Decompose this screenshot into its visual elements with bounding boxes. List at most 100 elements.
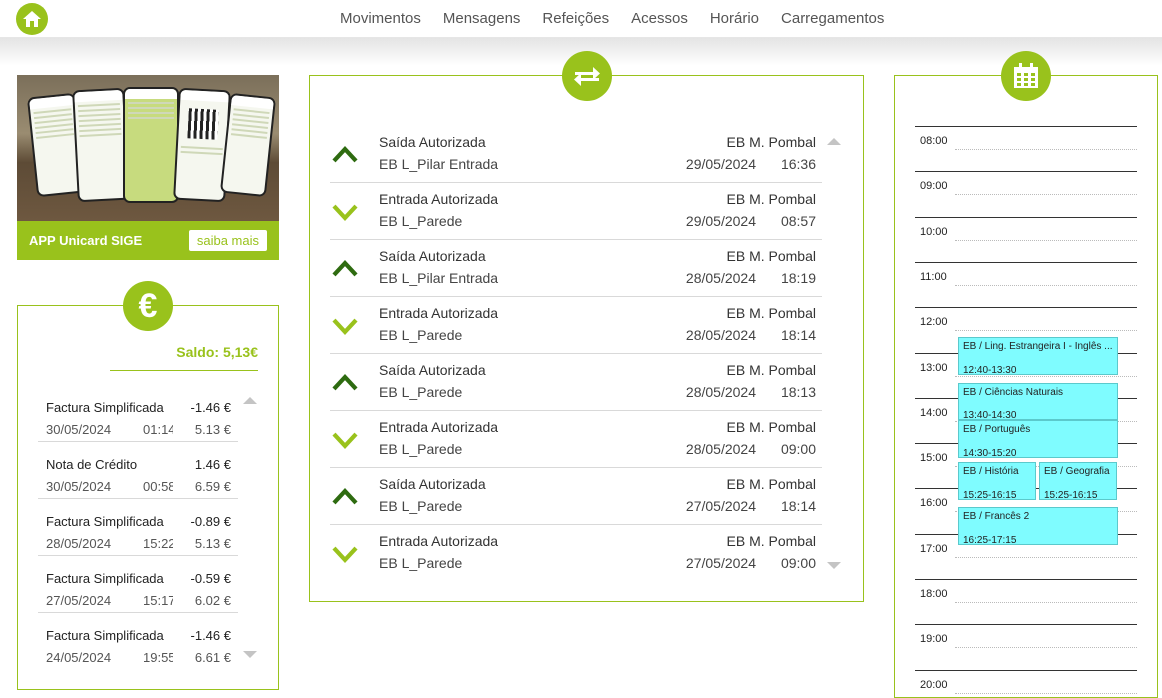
hour-label: 16:00 [920, 497, 948, 510]
scroll-down-arrow-icon[interactable] [827, 562, 841, 569]
entry-arrow-down-icon [332, 546, 358, 564]
euro-badge: € [123, 281, 173, 331]
hour-label: 12:00 [920, 316, 948, 329]
movimento-school: EB M. Pombal [726, 362, 816, 378]
home-button[interactable] [16, 3, 48, 35]
event-name: EB / História [963, 465, 1019, 477]
horario-panel: 08:00 09:00 10:00 11:00 12:00 13:00 14:00 15:00… [894, 51, 1158, 698]
transaction-amount: -1.46 € [190, 628, 231, 643]
nav-horario[interactable]: Horário [710, 10, 759, 27]
schedule-event[interactable]: EB / Francês 2 16:25-17:15 [958, 507, 1118, 546]
movimento-school: EB M. Pombal [726, 533, 816, 549]
hour-label: 10:00 [920, 225, 948, 238]
movimento-location: EB L_Pilar Entrada [379, 156, 499, 172]
hour-label: 15:00 [920, 452, 948, 465]
movimento-row[interactable]: Saída Autorizada EB L_Pilar Entrada EB M. … [330, 240, 822, 297]
event-name: EB / Francês 2 [963, 511, 1030, 523]
phone-mockup [72, 87, 130, 203]
exit-arrow-up-icon [332, 259, 358, 277]
scroll-up-arrow-icon[interactable] [827, 138, 841, 145]
entry-arrow-down-icon [332, 318, 358, 336]
transaction-balance: 5.13 € [194, 536, 231, 551]
transaction-row[interactable]: Factura Simplificada -0.89 € 28/05/2024 … [38, 499, 238, 556]
hour-row: 20:00 [915, 669, 1137, 698]
half-hour-line [955, 647, 1137, 649]
movimento-time: 16:36 [780, 156, 816, 172]
transaction-time: 00:58 [143, 479, 173, 494]
movimento-date: 27/05/2024 [685, 555, 756, 571]
transaction-amount: 1.46 € [194, 457, 231, 472]
nav-acessos[interactable]: Acessos [631, 10, 688, 27]
scroll-up-arrow-icon[interactable] [243, 397, 257, 404]
app-promo-banner[interactable]: APP Unicard SIGE saiba mais [17, 75, 279, 260]
movimento-row[interactable]: Saída Autorizada EB L_Parede EB M. Pombal 2… [330, 354, 822, 411]
nav-refeicoes[interactable]: Refeições [542, 10, 609, 27]
movimento-status: Saída Autorizada [379, 248, 486, 264]
schedule-event[interactable]: EB / Ciências Naturais 13:40-14:30 [958, 382, 1118, 421]
movimento-date: 28/05/2024 [685, 441, 756, 457]
half-hour-line [955, 194, 1137, 196]
movimento-status: Entrada Autorizada [379, 305, 499, 321]
half-hour-line [955, 692, 1137, 694]
movimento-location: EB L_Parede [379, 327, 463, 343]
movimento-location: EB L_Parede [379, 213, 463, 229]
transaction-balance: 6.02 € [194, 593, 231, 608]
movimento-location: EB L_Parede [379, 441, 463, 457]
promo-image [17, 75, 279, 221]
movimento-row[interactable]: Saída Autorizada EB L_Parede EB M. Pombal 2… [330, 468, 822, 525]
scroll-down-arrow-icon[interactable] [243, 651, 257, 658]
movimento-row[interactable]: Saída Autorizada EB L_Pilar Entrada EB M. … [330, 126, 822, 183]
transaction-row[interactable]: Nota de Crédito 1.46 € 30/05/2024 00:58 … [38, 442, 238, 499]
transaction-amount: -0.89 € [190, 514, 231, 529]
hour-label: 14:00 [920, 406, 948, 419]
movimento-status: Saída Autorizada [379, 134, 486, 150]
transaction-balance: 6.59 € [194, 479, 231, 494]
calendar-badge [1001, 51, 1051, 101]
movimento-status: Saída Autorizada [379, 476, 486, 492]
promo-title: APP Unicard SIGE [29, 233, 143, 248]
movimento-time: 09:00 [780, 555, 816, 571]
movimento-school: EB M. Pombal [726, 419, 816, 435]
saldo-value: Saldo: 5,13€ [110, 344, 258, 371]
transaction-row[interactable]: Factura Simplificada -1.46 € 30/05/2024 … [38, 385, 238, 442]
nav-movimentos[interactable]: Movimentos [340, 10, 421, 27]
nav-mensagens[interactable]: Mensagens [443, 10, 521, 27]
movimento-date: 27/05/2024 [685, 498, 756, 514]
hour-row: 19:00 [915, 624, 1137, 669]
movimento-location: EB L_Parede [379, 384, 463, 400]
movimento-status: Entrada Autorizada [379, 533, 499, 549]
movimento-row[interactable]: Entrada Autorizada EB L_Parede EB M. Pomba… [330, 411, 822, 468]
schedule-event[interactable]: EB / História 15:25-16:15 [958, 461, 1036, 500]
hour-label: 11:00 [920, 270, 947, 283]
schedule-event[interactable]: EB / Ling. Estrangeira I - Inglês ... 12:… [958, 337, 1118, 376]
phone-mockup [123, 87, 179, 203]
movimento-row[interactable]: Entrada Autorizada EB L_Parede EB M. Pomba… [330, 525, 822, 582]
hour-label: 09:00 [920, 180, 948, 193]
movimento-time: 18:14 [780, 498, 816, 514]
half-hour-line [955, 330, 1137, 332]
movimento-time: 09:00 [780, 441, 816, 457]
exit-arrow-up-icon [332, 145, 358, 163]
hour-row: 10:00 [915, 216, 1137, 262]
schedule-event[interactable]: EB / Português 14:30-15:20 [958, 420, 1118, 459]
event-time: 16:25-17:15 [963, 535, 1017, 546]
event-time: 12:40-13:30 [963, 365, 1017, 376]
schedule-event[interactable]: EB / Geografia 15:25-16:15 [1039, 461, 1117, 500]
movimento-row[interactable]: Entrada Autorizada EB L_Parede EB M. Pomba… [330, 297, 822, 354]
event-name: EB / Português [963, 424, 1031, 436]
movimento-row[interactable]: Entrada Autorizada EB L_Parede EB M. Pomba… [330, 183, 822, 240]
exit-arrow-up-icon [332, 487, 358, 505]
exchange-badge [562, 51, 612, 101]
saiba-mais-button[interactable]: saiba mais [188, 230, 267, 251]
transaction-row[interactable]: Factura Simplificada -0.59 € 27/05/2024 … [38, 556, 238, 613]
transaction-row[interactable]: Factura Simplificada -1.46 € 24/05/2024 … [38, 613, 238, 670]
movimento-time: 18:13 [780, 384, 816, 400]
exit-arrow-up-icon [332, 373, 358, 391]
nav-carregamentos[interactable]: Carregamentos [781, 10, 884, 27]
movimento-date: 28/05/2024 [685, 384, 756, 400]
event-name: EB / Geografia [1044, 465, 1110, 477]
movimento-date: 29/05/2024 [685, 156, 756, 172]
movimento-time: 08:57 [780, 213, 816, 229]
transaction-date: 30/05/2024 [46, 479, 112, 494]
movimento-status: Entrada Autorizada [379, 419, 499, 435]
